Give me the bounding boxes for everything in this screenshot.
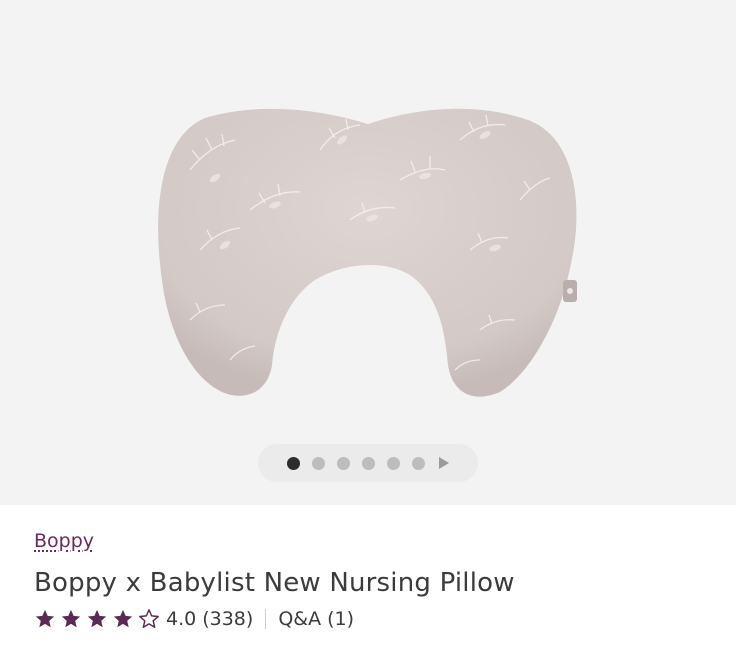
rating-value: 4.0 [166, 608, 197, 630]
pillow-shape [158, 108, 577, 397]
star-filled-icon [35, 609, 55, 628]
carousel-dot-5[interactable] [387, 456, 400, 470]
product-gallery [0, 0, 736, 505]
qa-link[interactable]: Q&A (1) [278, 608, 354, 630]
carousel-dot-1[interactable] [287, 456, 300, 470]
brand-link[interactable]: Boppy [34, 530, 94, 552]
star-filled-icon [61, 609, 81, 628]
carousel-dot-3[interactable] [337, 456, 350, 470]
carousel-dot-4[interactable] [362, 456, 375, 470]
star-filled-icon [113, 609, 133, 628]
star-empty-icon [139, 609, 159, 628]
nursing-pillow-image[interactable] [0, 0, 736, 505]
carousel-dot-2[interactable] [312, 456, 325, 470]
rating-row: 4.0 (338) Q&A (1) [34, 608, 716, 630]
carousel-dot-6[interactable] [412, 456, 425, 470]
play-next-icon[interactable] [439, 457, 449, 469]
product-info: Boppy Boppy x Babylist New Nursing Pillo… [34, 530, 716, 630]
star-filled-icon [87, 609, 107, 628]
product-title: Boppy x Babylist New Nursing Pillow [34, 568, 515, 598]
carousel-pagination [258, 444, 478, 482]
review-count-link[interactable]: (338) [202, 608, 253, 630]
star-rating[interactable] [34, 608, 160, 630]
divider [265, 609, 267, 629]
